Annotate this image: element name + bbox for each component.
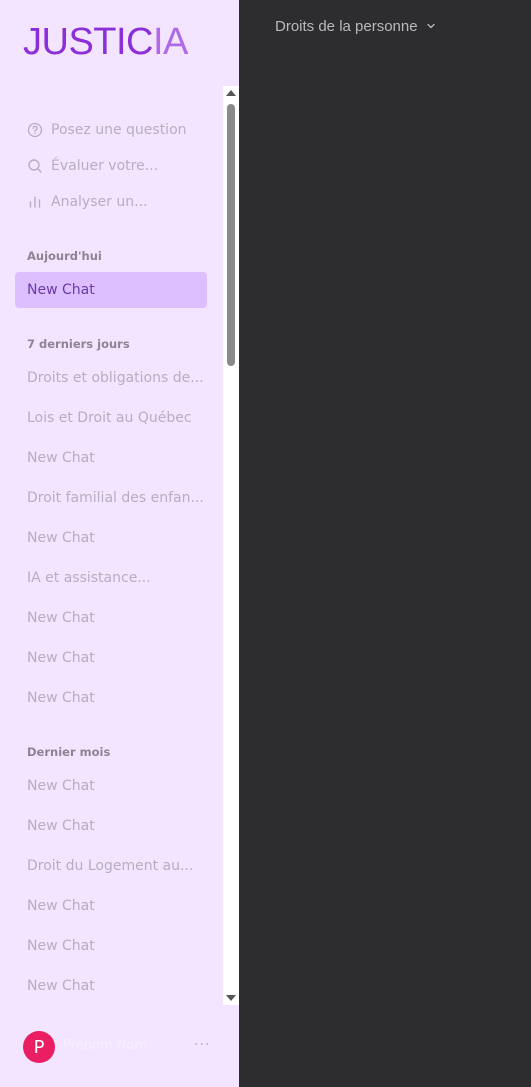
topic-selector-dropdown[interactable]: Droits de la personne xyxy=(275,18,436,35)
chevron-down-icon xyxy=(426,18,436,35)
topic-selector-label: Droits de la personne xyxy=(275,18,418,35)
chat-item[interactable]: New Chat xyxy=(15,968,207,1004)
chat-item[interactable]: New Chat xyxy=(15,928,207,964)
chat-item[interactable]: Droit du Logement au... xyxy=(15,848,207,884)
sidebar: JUSTIC IA Posez une question Évaluer votr… xyxy=(0,0,239,1087)
quick-action-ask-question[interactable]: Posez une question xyxy=(27,120,187,140)
chat-item[interactable]: New Chat xyxy=(15,808,207,844)
chat-item[interactable]: Lois et Droit au Québec xyxy=(15,400,207,436)
scroll-up-arrow-icon[interactable] xyxy=(226,90,236,96)
scroll-down-arrow-icon[interactable] xyxy=(226,995,236,1001)
chat-item[interactable]: New Chat xyxy=(15,440,207,476)
avatar[interactable]: P xyxy=(23,1031,55,1063)
section-last-month: Dernier mois xyxy=(27,745,111,759)
chat-item[interactable]: New Chat xyxy=(15,600,207,636)
quick-action-analyze[interactable]: Analyser un... xyxy=(27,192,147,212)
sidebar-scrollbar[interactable] xyxy=(223,86,239,1005)
user-name: Prénom Nom xyxy=(63,1038,147,1053)
chat-item[interactable]: Droits et obligations de... xyxy=(15,360,207,396)
chat-item[interactable]: New Chat xyxy=(15,768,207,804)
justicia-logo[interactable]: JUSTIC IA xyxy=(23,21,188,63)
chat-item[interactable]: New Chat xyxy=(15,520,207,556)
main-panel: Droits de la personne xyxy=(239,0,531,1087)
user-profile[interactable]: P Prénom Nom ··· xyxy=(0,1005,239,1087)
chat-item[interactable]: New Chat xyxy=(15,640,207,676)
chat-item[interactable]: Droit familial des enfan... xyxy=(15,480,207,516)
scrollbar-thumb[interactable] xyxy=(227,104,235,366)
section-today: Aujourd'hui xyxy=(27,249,102,263)
chat-item[interactable]: IA et assistance... xyxy=(15,560,207,596)
chat-history-scroll-area[interactable]: Posez une question Évaluer votre... Anal… xyxy=(0,86,239,1005)
chat-item-active[interactable]: New Chat xyxy=(15,272,207,308)
more-options-icon[interactable]: ··· xyxy=(194,1037,210,1053)
bar-chart-icon xyxy=(27,194,43,210)
search-icon xyxy=(27,158,43,174)
quick-action-evaluate[interactable]: Évaluer votre... xyxy=(27,156,158,176)
chat-item[interactable]: New Chat xyxy=(15,888,207,924)
question-circle-icon xyxy=(27,122,43,138)
section-last-7-days: 7 derniers jours xyxy=(27,337,130,351)
chat-item[interactable]: New Chat xyxy=(15,680,207,716)
